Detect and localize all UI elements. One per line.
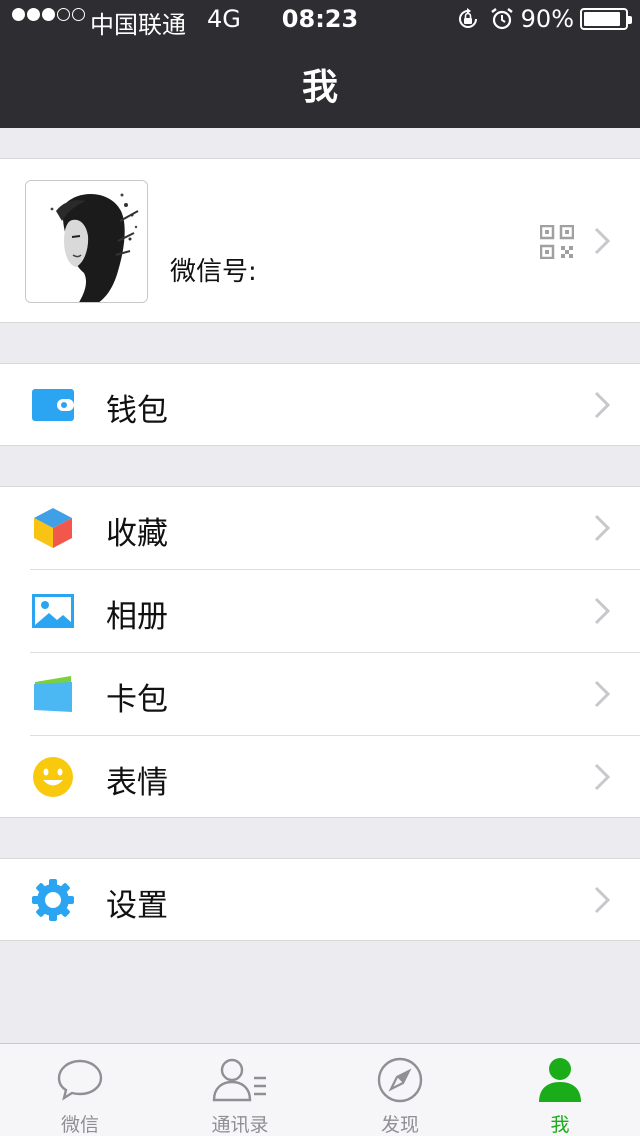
compass-icon [377, 1057, 423, 1103]
menu-label-cards: 卡包 [106, 682, 168, 718]
wallet-group: 钱包 [0, 363, 640, 446]
menu-label-favorites: 收藏 [106, 516, 168, 552]
chevron-right-icon [594, 391, 610, 419]
chat-bubble-icon [57, 1059, 103, 1101]
smiley-icon [33, 757, 73, 797]
menu-item-stickers[interactable]: 表情 [0, 736, 640, 818]
favorites-cube-icon [34, 508, 72, 548]
gear-icon [32, 879, 74, 921]
menu-label-album: 相册 [106, 599, 168, 635]
menu-item-cards[interactable]: 卡包 [0, 653, 640, 735]
chevron-right-icon [594, 227, 610, 255]
settings-group: 设置 [0, 858, 640, 941]
chevron-right-icon [594, 514, 610, 542]
tab-label-discover: 发现 [380, 1114, 419, 1136]
avatar[interactable] [25, 180, 148, 303]
menu-label-settings: 设置 [106, 888, 168, 924]
album-icon [32, 594, 74, 628]
menu-item-settings[interactable]: 设置 [0, 859, 640, 941]
features-group: 收藏 相册 卡包 表情 [0, 486, 640, 818]
contacts-icon [212, 1058, 266, 1102]
menu-label-wallet: 钱包 [106, 393, 168, 429]
alarm-icon [490, 8, 513, 30]
qr-code-icon[interactable] [540, 225, 574, 259]
profile-card[interactable]: 微信号: [0, 158, 640, 323]
menu-item-album[interactable]: 相册 [0, 570, 640, 652]
page-title: 我 [301, 67, 338, 108]
chevron-right-icon [594, 886, 610, 914]
tab-contacts[interactable]: 通讯录 [160, 1044, 320, 1136]
battery-percent: 90% [520, 5, 574, 33]
wallet-icon [32, 389, 74, 421]
tab-label-me: 我 [550, 1114, 570, 1136]
menu-label-stickers: 表情 [106, 765, 168, 801]
chevron-right-icon [594, 597, 610, 625]
card-wallet-icon [34, 676, 72, 712]
tab-me[interactable]: 我 [480, 1044, 640, 1136]
top-bar: 中国联通 4G 08:23 90% 我 [0, 0, 640, 128]
menu-item-wallet[interactable]: 钱包 [0, 364, 640, 446]
menu-item-favorites[interactable]: 收藏 [0, 487, 640, 569]
tab-chats[interactable]: 微信 [0, 1044, 160, 1136]
tab-label-contacts: 通讯录 [211, 1114, 269, 1136]
tab-discover[interactable]: 发现 [320, 1044, 480, 1136]
person-icon [539, 1058, 581, 1102]
tab-label-chats: 微信 [60, 1114, 99, 1136]
chevron-right-icon [594, 763, 610, 791]
battery-icon [580, 8, 632, 30]
avatar-image [26, 181, 147, 302]
chevron-right-icon [594, 680, 610, 708]
battery-nub [628, 16, 632, 24]
status-bar: 中国联通 4G 08:23 90% [0, 0, 640, 40]
wechat-id-label: 微信号: [170, 257, 257, 287]
battery-fill [584, 12, 620, 26]
me-screen: 中国联通 4G 08:23 90% 我 微信号: 钱包 收藏 相册 卡包 表情 … [0, 0, 640, 1136]
tab-bar: 微信 通讯录 发现 我 [0, 1043, 640, 1136]
orientation-lock-icon [458, 8, 477, 28]
